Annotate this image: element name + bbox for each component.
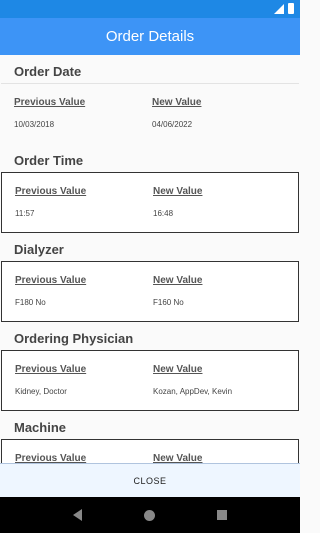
section-order-time: Order Time Previous Value New Value 11:5… — [0, 144, 300, 233]
value-card: Previous Value New Value F180 No F160 No — [1, 261, 299, 322]
close-button-label: CLOSE — [133, 475, 167, 486]
new-value-label: New Value — [153, 364, 203, 375]
section-dialyzer: Dialyzer Previous Value New Value F180 N… — [0, 233, 300, 322]
previous-value: 10/03/2018 — [14, 120, 55, 129]
previous-value: Kidney, Doctor — [15, 387, 67, 396]
section-title: Ordering Physician — [14, 331, 134, 346]
previous-value-label: Previous Value — [15, 453, 87, 463]
section-title: Order Time — [14, 153, 84, 168]
close-button[interactable]: CLOSE — [0, 463, 300, 497]
section-machine: Machine Previous Value New Value — [0, 411, 300, 463]
app-bar: Order Details — [0, 18, 300, 55]
previous-value: 11:57 — [15, 209, 35, 218]
new-value-label: New Value — [153, 186, 203, 197]
new-value-label: New Value — [153, 453, 203, 463]
new-value: Kozan, AppDev, Kevin — [153, 387, 233, 396]
previous-value-label: Previous Value — [15, 364, 87, 375]
back-icon[interactable] — [73, 509, 82, 521]
previous-value-label: Previous Value — [15, 275, 87, 286]
value-card: Previous Value New Value — [1, 439, 299, 463]
status-icons — [274, 3, 294, 14]
signal-icon — [274, 3, 284, 14]
section-title: Machine — [14, 420, 67, 435]
navigation-bar — [0, 497, 300, 533]
section-order-date: Order Date Previous Value New Value 10/0… — [0, 55, 300, 144]
new-value: 16:48 — [153, 209, 174, 218]
value-card: Previous Value New Value Kidney, Doctor … — [1, 350, 299, 411]
new-value-label: New Value — [152, 97, 202, 108]
new-value: F160 No — [153, 298, 184, 307]
battery-icon — [288, 3, 294, 14]
previous-value-label: Previous Value — [15, 186, 87, 197]
home-icon[interactable] — [144, 509, 155, 521]
previous-value: F180 No — [15, 298, 46, 307]
page-title: Order Details — [105, 28, 195, 45]
section-title: Order Date — [14, 64, 82, 79]
value-card: Previous Value New Value 11:57 16:48 — [1, 172, 299, 233]
section-ordering-physician: Ordering Physician Previous Value New Va… — [0, 322, 300, 411]
new-value: 04/06/2022 — [152, 120, 193, 129]
recents-icon[interactable] — [217, 510, 227, 520]
section-title: Dialyzer — [14, 242, 64, 257]
status-bar — [0, 0, 300, 18]
order-details-list[interactable]: Order Date Previous Value New Value 10/0… — [0, 55, 300, 463]
value-card: Previous Value New Value 10/03/2018 04/0… — [1, 83, 299, 144]
new-value-label: New Value — [153, 275, 203, 286]
previous-value-label: Previous Value — [14, 97, 86, 108]
